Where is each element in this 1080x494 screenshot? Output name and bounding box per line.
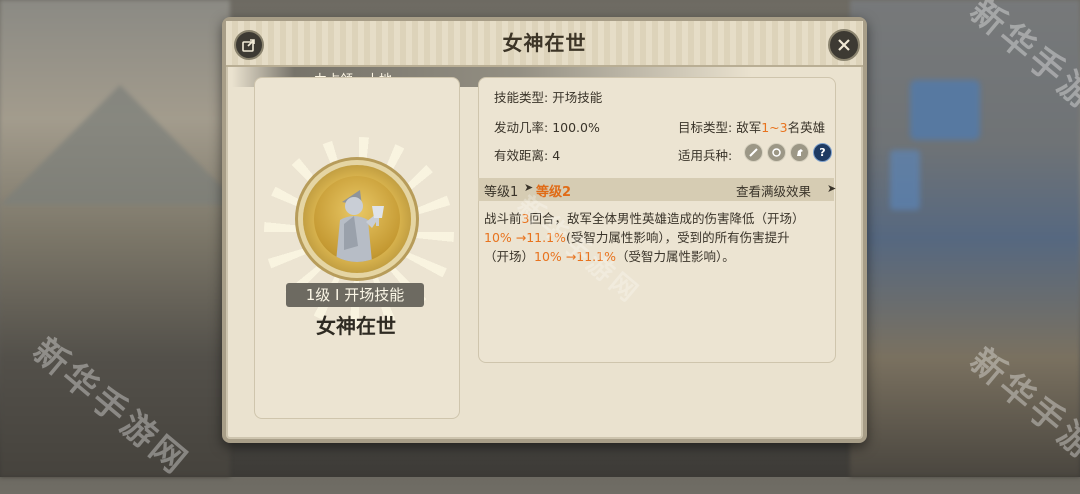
range-value: 4: [552, 148, 561, 163]
desc-text: （开场）: [484, 249, 535, 264]
arrow-right-icon: ➤: [827, 182, 837, 195]
close-button[interactable]: [828, 29, 860, 61]
target-type-suffix: 名英雄: [787, 120, 826, 135]
current-level: 等级1: [484, 185, 519, 200]
troop-type-icons: ?: [744, 143, 832, 162]
panel-title: 女神在世: [502, 31, 587, 55]
troop-type-label: 适用兵种:: [678, 148, 733, 163]
skill-type: 技能类型: 开场技能: [494, 87, 602, 106]
trigger-rate: 发动几率: 100.0%: [494, 117, 600, 136]
desc-text: （受智力属性影响）。: [615, 249, 735, 264]
range-label: 有效距离:: [494, 148, 549, 163]
trigger-rate-value: 100.0%: [552, 120, 600, 135]
skill-type-label: 技能类型:: [494, 90, 549, 105]
trigger-rate-label: 发动几率:: [494, 120, 549, 135]
target-type-label: 目标类型:: [678, 120, 733, 135]
target-type-count: 1~3: [761, 120, 788, 135]
question-icon[interactable]: ?: [813, 143, 832, 162]
target-type-prefix: 敌军: [736, 120, 762, 135]
sword-icon[interactable]: [744, 143, 763, 162]
effective-range: 有效距离: 4: [494, 145, 560, 164]
background-button-blur: [910, 80, 980, 140]
share-icon: [242, 39, 255, 52]
horse-icon[interactable]: [790, 143, 809, 162]
close-icon: [838, 39, 850, 51]
background-mountain: [0, 85, 240, 205]
view-max-level-link[interactable]: 查看满级效果: [736, 181, 811, 200]
shield-ring-icon[interactable]: [767, 143, 786, 162]
skill-emblem: [303, 165, 411, 273]
skill-level-badge: 1级 I 开场技能: [286, 283, 424, 307]
background-button-blur: [890, 150, 920, 210]
share-button[interactable]: [234, 30, 264, 60]
target-type: 目标类型: 敌军1~3名英雄: [678, 117, 825, 136]
skill-type-value: 开场技能: [552, 90, 603, 105]
skill-name: 女神在世: [316, 314, 396, 338]
goddess-statue-icon: [336, 190, 384, 262]
